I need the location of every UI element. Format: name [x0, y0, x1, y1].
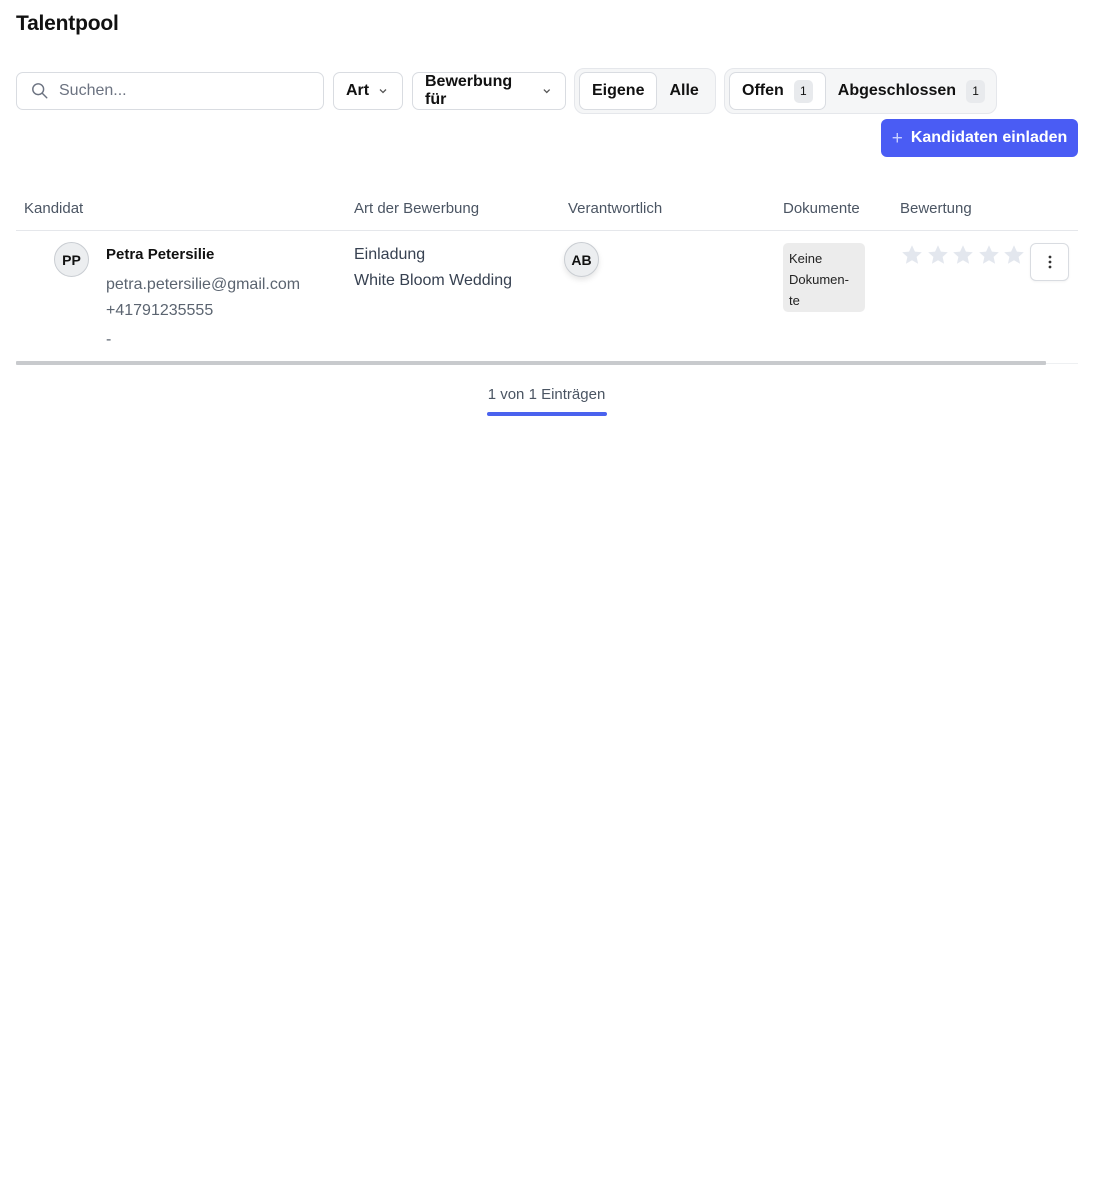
rating-stars[interactable]	[900, 243, 1028, 267]
filter-bewerbung-label: Bewerbung für	[425, 73, 513, 108]
table-row[interactable]: PP Petra Petersilie petra.petersilie@gma…	[16, 232, 1078, 364]
documents-text-line: Dokumen-	[789, 272, 849, 287]
column-header-responsible[interactable]: Verantwortlich	[568, 200, 662, 217]
status-toggle: Offen 1 Abgeschlossen 1	[724, 68, 997, 114]
plus-icon: +	[891, 127, 903, 149]
documents-text-line: te	[789, 293, 800, 308]
ownership-toggle: Eigene Alle	[574, 68, 716, 114]
column-header-rating[interactable]: Bewertung	[900, 200, 972, 217]
ownership-own-button[interactable]: Eigene	[579, 72, 658, 110]
toolbar: Art Bewerbung für Eigene Alle Offen 1 Ab…	[16, 68, 1016, 114]
column-header-documents[interactable]: Dokumente	[783, 200, 860, 217]
table-header: Kandidat Art der Bewerbung Verantwortlic…	[16, 190, 1078, 231]
page-title: Talentpool	[16, 12, 119, 35]
horizontal-scrollbar[interactable]	[16, 361, 1046, 365]
candidate-extra: -	[106, 331, 112, 348]
invite-candidates-label: Kandidaten einladen	[910, 129, 1068, 146]
row-actions-button[interactable]	[1030, 243, 1069, 281]
star-icon[interactable]	[1002, 243, 1026, 267]
status-open-label: Offen	[742, 82, 784, 99]
star-icon[interactable]	[951, 243, 975, 267]
documents-text-line: Keine	[789, 251, 823, 266]
status-closed-count-badge: 1	[966, 79, 986, 103]
status-open-count-badge: 1	[793, 79, 813, 103]
status-open-button[interactable]: Offen 1	[729, 72, 826, 110]
search-icon	[32, 83, 48, 99]
documents-badge: Keine Dokumen- te	[783, 243, 865, 312]
search-input[interactable]	[59, 82, 309, 100]
application-position: White Bloom Wedding	[354, 272, 512, 289]
filter-bewerbung-dropdown[interactable]: Bewerbung für	[412, 72, 566, 110]
star-icon[interactable]	[926, 243, 950, 267]
filter-art-label: Art	[346, 82, 370, 99]
more-vertical-icon	[1048, 255, 1051, 269]
responsible-avatar[interactable]: AB	[564, 242, 599, 277]
chevron-down-icon	[379, 89, 387, 94]
candidate-phone[interactable]: +41791235555	[106, 302, 213, 320]
star-icon[interactable]	[900, 243, 924, 267]
search-box[interactable]	[16, 72, 324, 110]
filter-art-dropdown[interactable]: Art	[333, 72, 403, 110]
application-type: Einladung	[354, 246, 426, 263]
candidate-avatar: PP	[54, 242, 89, 277]
star-icon[interactable]	[977, 243, 1001, 267]
status-closed-button[interactable]: Abgeschlossen 1	[826, 72, 997, 110]
column-header-candidate[interactable]: Kandidat	[24, 200, 83, 217]
candidate-email[interactable]: petra.petersilie@gmail.com	[106, 276, 300, 294]
invite-candidates-button[interactable]: + Kandidaten einladen	[881, 119, 1078, 157]
chevron-down-icon	[543, 89, 551, 94]
pagination-indicator	[487, 412, 607, 416]
pagination-summary: 1 von 1 Einträgen	[487, 386, 606, 403]
ownership-all-button[interactable]: Alle	[657, 72, 710, 110]
status-closed-label: Abgeschlossen	[837, 82, 957, 99]
column-header-application-type[interactable]: Art der Bewerbung	[354, 200, 479, 217]
candidate-name[interactable]: Petra Petersilie	[106, 246, 214, 263]
